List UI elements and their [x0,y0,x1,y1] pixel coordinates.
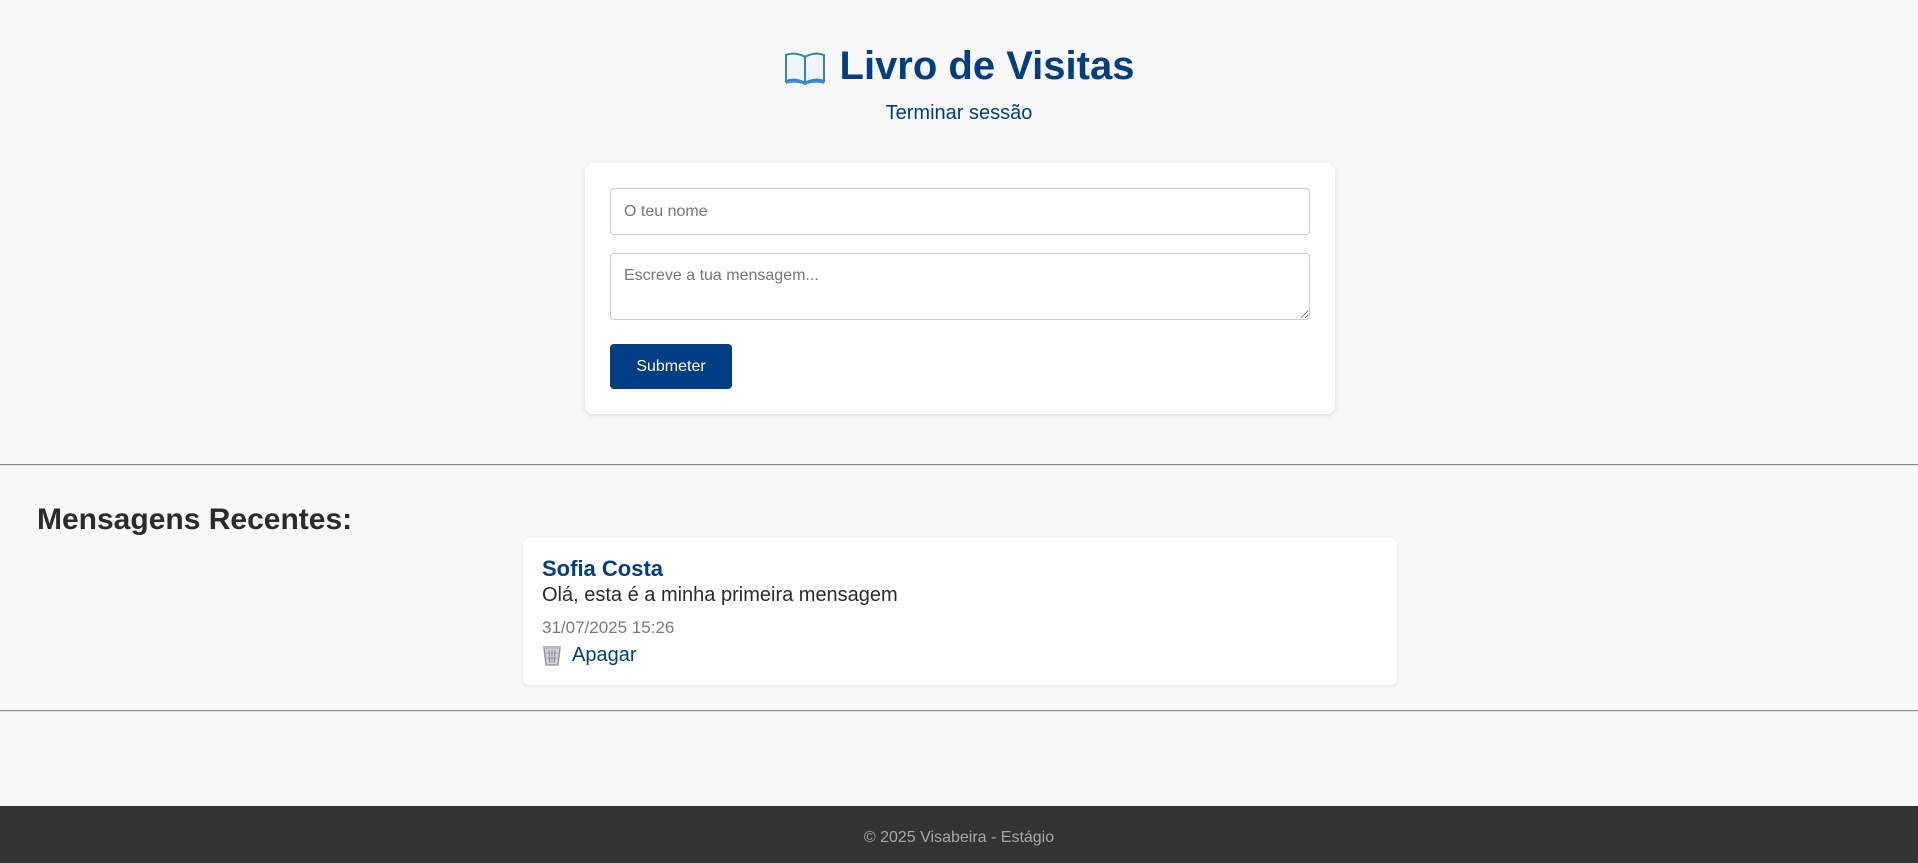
book-icon [784,47,826,86]
messages-section-title: Mensagens Recentes: [37,503,353,536]
message-date: 31/07/2025 15:26 [542,618,675,637]
message-card: Sofia Costa Olá, esta é a minha primeira… [523,538,1397,685]
page-title-text: Livro de Visitas [839,44,1135,88]
footer: © 2025 Visabeira - Estágio [0,806,1918,863]
message-author: Sofia Costa [542,556,664,581]
page-title: Livro de Visitas [0,40,1918,92]
message-textarea[interactable] [610,253,1310,320]
name-input[interactable] [610,188,1310,235]
delete-label: Apagar [572,644,637,666]
divider-bottom [0,710,1918,712]
logout-link[interactable]: Terminar sessão [0,100,1918,126]
trash-icon [542,644,562,666]
submit-button[interactable]: Submeter [610,344,732,389]
footer-text: © 2025 Visabeira - Estágio [863,829,1055,846]
message-form: Submeter [585,163,1335,414]
guestbook-page: Livro de Visitas Terminar sessão Submete… [0,0,1918,863]
divider-top [0,464,1918,466]
message-text: Olá, esta é a minha primeira mensagem [542,584,898,606]
delete-button[interactable]: Apagar [542,642,637,668]
